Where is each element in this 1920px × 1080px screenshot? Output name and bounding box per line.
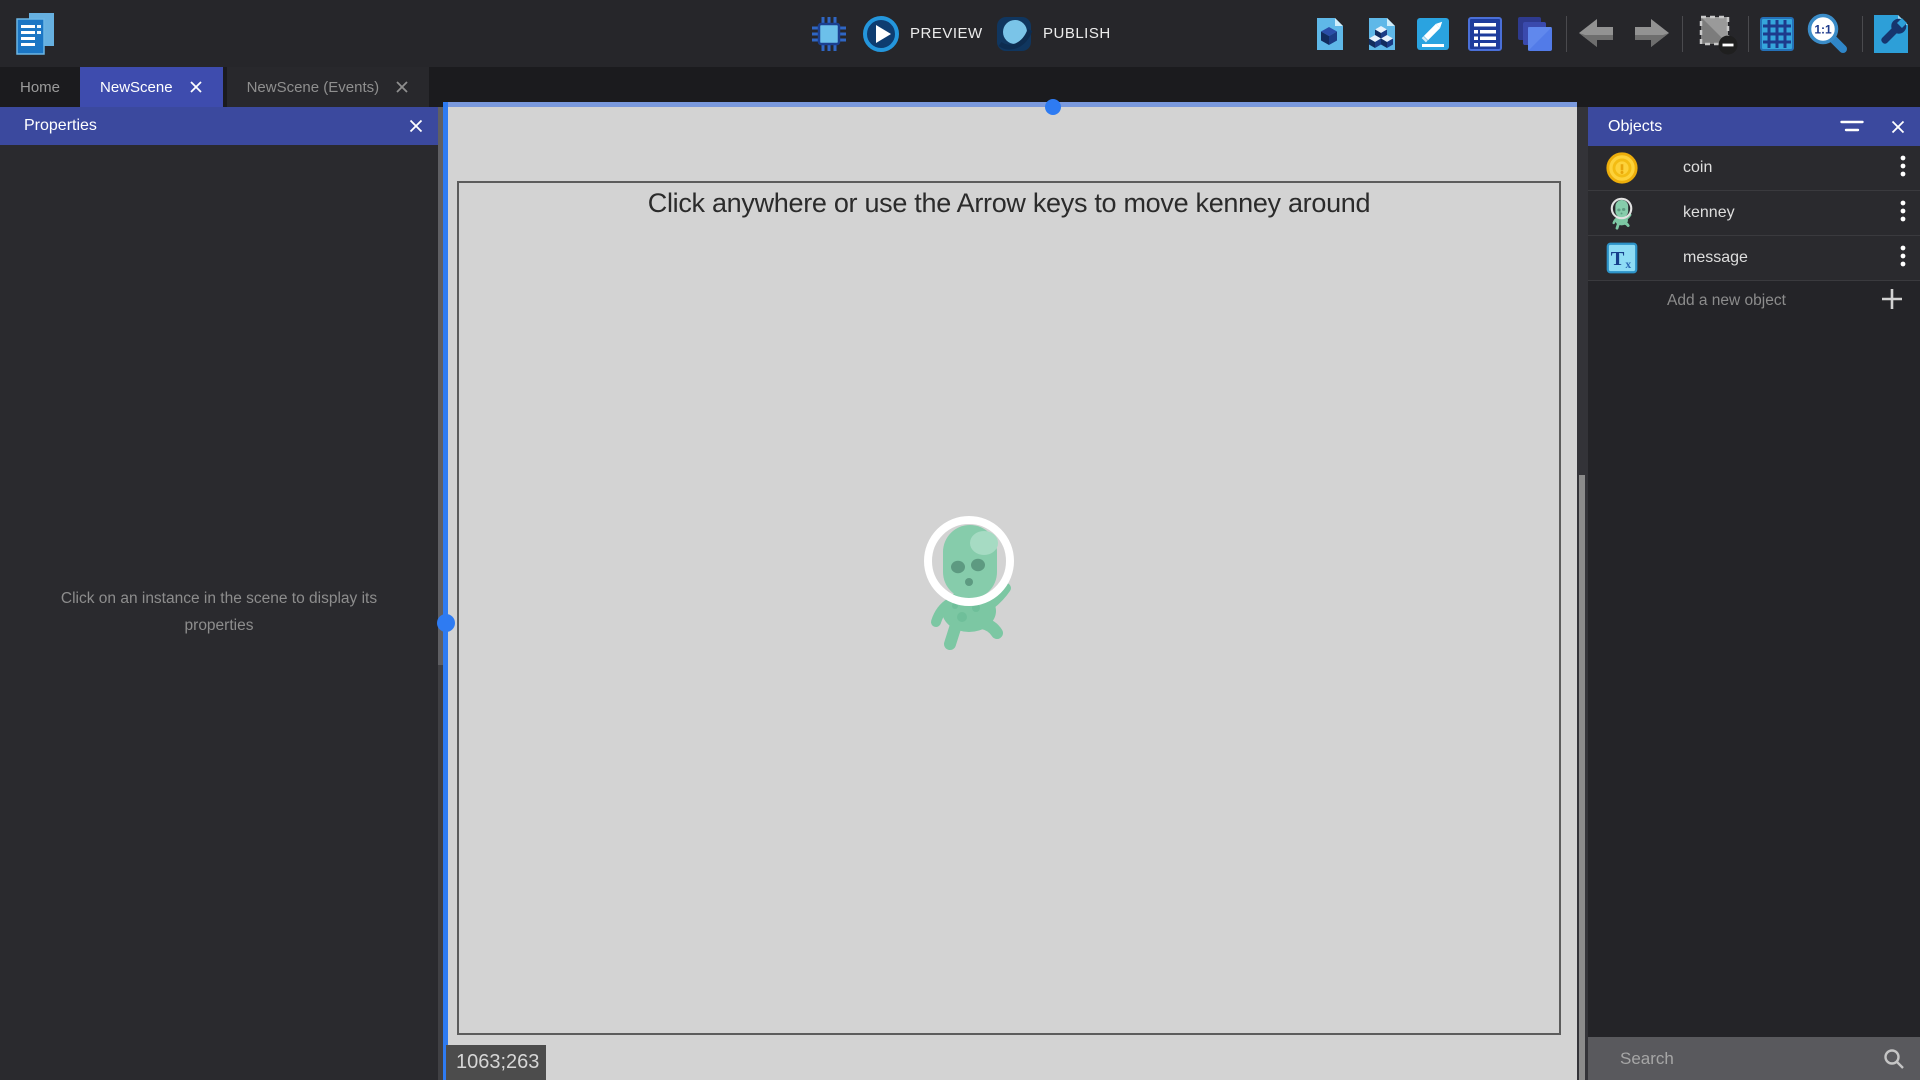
object-menu-icon[interactable] (1900, 155, 1906, 182)
objects-panel: Objects coin (1588, 107, 1920, 1080)
preview-icon[interactable] (860, 13, 902, 55)
close-tab-icon[interactable] (189, 80, 203, 94)
grid-icon (1758, 15, 1796, 53)
close-properties-icon[interactable] (408, 118, 424, 134)
tab-home[interactable]: Home (0, 67, 80, 107)
selection-handle-top[interactable] (1045, 99, 1061, 115)
close-tab-icon[interactable] (395, 80, 409, 94)
properties-empty-message: Click on an instance in the scene to dis… (0, 585, 438, 639)
cursor-coordinates-badge: 1063;263 (446, 1045, 546, 1080)
properties-panel-header: Properties (0, 107, 438, 145)
instances-list-icon[interactable] (1360, 13, 1402, 55)
stacked-squares-icon (1515, 14, 1555, 54)
toolbar-divider (1862, 16, 1863, 52)
add-object-button[interactable]: Add a new object (1588, 281, 1920, 321)
layers-icon[interactable] (1514, 13, 1556, 55)
selection-minus-icon (1694, 12, 1740, 56)
publish-label: PUBLISH (1043, 25, 1111, 42)
scene-objects-icon[interactable] (1308, 13, 1350, 55)
object-row-coin[interactable]: coin (1588, 146, 1920, 191)
redo-arrow-icon (1629, 14, 1673, 54)
object-menu-icon[interactable] (1900, 200, 1906, 227)
kenney-instance[interactable] (912, 505, 1030, 655)
debug-icon[interactable] (808, 13, 850, 55)
publish-icon[interactable] (993, 13, 1035, 55)
preview-label: PREVIEW (910, 25, 983, 42)
tab-label: NewScene (Events) (247, 79, 380, 96)
kenney-icon (1605, 195, 1639, 231)
selection-handle-left[interactable] (437, 614, 455, 632)
object-menu-icon[interactable] (1900, 245, 1906, 272)
plus-icon (1880, 287, 1904, 316)
page-cubes-icon (1362, 15, 1400, 53)
add-object-label: Add a new object (1667, 292, 1880, 310)
objects-search-bar (1588, 1037, 1920, 1080)
objects-panel-title: Objects (1608, 118, 1662, 136)
chip-bug-icon (809, 14, 849, 54)
text-object-icon: T x (1605, 242, 1639, 274)
tab-label: Home (20, 79, 60, 96)
search-input[interactable] (1588, 1049, 1882, 1069)
toolbar-divider (1748, 16, 1749, 52)
scene-instruction-text: Click anywhere or use the Arrow keys to … (459, 188, 1559, 219)
open-settings-icon[interactable] (1868, 13, 1914, 55)
preview-button[interactable]: PREVIEW (910, 0, 983, 67)
toolbar-divider (1682, 16, 1683, 52)
stacked-documents-icon (12, 10, 58, 58)
undo-icon[interactable] (1574, 13, 1620, 55)
svg-text:x: x (1625, 259, 1631, 271)
object-name: coin (1683, 159, 1900, 177)
properties-panel-title: Properties (24, 117, 97, 135)
close-objects-icon[interactable] (1890, 119, 1906, 135)
pencil-icon (1414, 15, 1452, 53)
object-row-kenney[interactable]: kenney (1588, 191, 1920, 236)
gdevelop-window: PREVIEW PUBLISH (0, 0, 1920, 1080)
editor-tabbar: Home NewScene NewScene (Events) (0, 67, 1920, 107)
filter-objects-icon[interactable] (1840, 119, 1864, 134)
properties-panel: Properties Click on an instance in the s… (0, 107, 438, 1080)
coin-icon (1605, 151, 1639, 185)
tab-label: NewScene (100, 79, 173, 96)
globe-icon (994, 14, 1034, 54)
list-rows-icon (1466, 15, 1504, 53)
redo-icon[interactable] (1628, 13, 1674, 55)
tab-newscene-events[interactable]: NewScene (Events) (227, 67, 430, 107)
canvas-vertical-scrollbar[interactable] (1577, 107, 1588, 1080)
kenney-character-sprite (912, 505, 1030, 655)
svg-text:1:1: 1:1 (1814, 23, 1832, 37)
svg-text:T: T (1611, 248, 1625, 270)
layers-list-icon[interactable] (1464, 13, 1506, 55)
selection-border-top (448, 102, 1577, 107)
project-manager-icon[interactable] (12, 10, 58, 58)
page-cube-icon (1310, 15, 1348, 53)
deselect-instances-icon[interactable] (1692, 13, 1742, 55)
magnifier-1-1-icon: 1:1 (1804, 12, 1852, 56)
zoom-1-1-icon[interactable]: 1:1 (1802, 13, 1854, 55)
main-toolbar: PREVIEW PUBLISH (0, 0, 1920, 67)
edit-scene-icon[interactable] (1412, 13, 1454, 55)
scrollbar-thumb[interactable] (1579, 475, 1585, 1080)
toolbar-divider (1566, 16, 1567, 52)
play-circle-icon (861, 14, 901, 54)
tab-newscene[interactable]: NewScene (80, 67, 223, 107)
undo-arrow-icon (1575, 14, 1619, 54)
selection-border-left (443, 102, 448, 1080)
objects-panel-header: Objects (1588, 107, 1920, 146)
object-name: kenney (1683, 204, 1900, 222)
scene-editor-canvas[interactable]: Click anywhere or use the Arrow keys to … (448, 107, 1577, 1080)
publish-button[interactable]: PUBLISH (1043, 0, 1111, 67)
wrench-page-icon (1869, 12, 1913, 56)
object-name: message (1683, 249, 1900, 267)
toggle-grid-icon[interactable] (1756, 13, 1798, 55)
search-icon (1882, 1047, 1906, 1071)
object-row-message[interactable]: T x message (1588, 236, 1920, 281)
